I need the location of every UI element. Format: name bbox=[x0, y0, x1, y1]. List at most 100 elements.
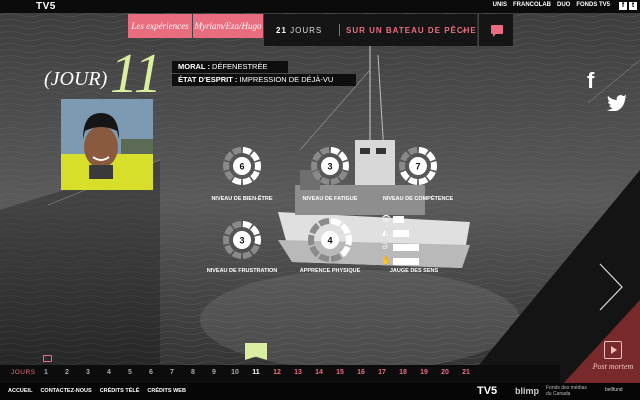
moral-value: DÉFENESTRÉE bbox=[212, 62, 268, 71]
sens-label: JAUGE DES SENS bbox=[389, 268, 439, 274]
sens-bar bbox=[393, 243, 419, 251]
timeline-day-9[interactable]: 9 bbox=[208, 369, 220, 376]
etat-value: IMPRESSION DE DÉJÀ-VU bbox=[239, 75, 334, 84]
footer-blimp-logo[interactable]: blimp bbox=[515, 386, 539, 396]
timeline-day-7[interactable]: 7 bbox=[166, 369, 178, 376]
chat-button[interactable] bbox=[479, 14, 513, 46]
gauge-segment bbox=[231, 250, 242, 259]
footer-bellfund-logo[interactable]: bellfund bbox=[605, 387, 623, 393]
gauge-segment bbox=[338, 151, 348, 162]
gauge-segment bbox=[318, 218, 330, 227]
timeline-day-6[interactable]: 6 bbox=[145, 369, 157, 376]
timeline-day-16[interactable]: 16 bbox=[355, 369, 367, 376]
top-link-duo[interactable]: DUO bbox=[557, 2, 570, 8]
gauge-segment bbox=[231, 221, 242, 230]
gauge-segment bbox=[330, 253, 342, 262]
timeline-day-21[interactable]: 21 bbox=[460, 369, 472, 376]
footer-link-credits-web[interactable]: CRÉDITS WEB bbox=[147, 388, 186, 394]
twitter-icon[interactable]: t bbox=[629, 2, 637, 10]
gauge-segment bbox=[224, 170, 234, 181]
timeline-day-1[interactable]: 1 bbox=[40, 369, 52, 376]
eye-icon: 👁 bbox=[381, 214, 392, 223]
timeline-day-19[interactable]: 19 bbox=[418, 369, 430, 376]
timeline-day-13[interactable]: 13 bbox=[292, 369, 304, 376]
sens-row: 👁 bbox=[381, 215, 404, 223]
timeline-day-4[interactable]: 4 bbox=[103, 369, 115, 376]
gauge-value: 6 bbox=[239, 162, 244, 172]
participant-photo[interactable] bbox=[61, 99, 153, 190]
gauge-segment bbox=[223, 235, 230, 245]
etat-line: ÉTAT D'ESPRIT : IMPRESSION DE DÉJÀ-VU bbox=[172, 74, 356, 86]
top-links: UNIS FRANCOLAB DUO FONDS TV5 bbox=[493, 2, 610, 8]
gauge-segment bbox=[308, 234, 315, 246]
timeline-day-5[interactable]: 5 bbox=[124, 369, 136, 376]
hand-icon: ✋ bbox=[381, 256, 391, 265]
gauge-segment bbox=[319, 176, 330, 185]
gauge-3[interactable]: 7 bbox=[397, 145, 439, 187]
tab-participants[interactable]: Myriam/Eza/Hugo bbox=[193, 14, 263, 38]
gauge-segment bbox=[242, 250, 253, 259]
gauge-segment bbox=[400, 170, 410, 181]
sens-bar bbox=[393, 257, 419, 265]
facebook-icon[interactable]: f bbox=[619, 2, 627, 10]
post-mortem-button[interactable]: Post mortem bbox=[590, 341, 636, 371]
timeline-day-12[interactable]: 12 bbox=[271, 369, 283, 376]
gauge-segment bbox=[340, 222, 351, 235]
sens-bar bbox=[393, 229, 409, 237]
moral-line: MORAL : DÉFENESTRÉE bbox=[172, 61, 288, 73]
footer-link-accueil[interactable]: ACCUEIL bbox=[8, 388, 32, 394]
next-day-arrow-icon[interactable] bbox=[598, 262, 624, 312]
gauge-segment bbox=[400, 151, 410, 162]
timeline-day-11[interactable]: 11 bbox=[250, 369, 262, 376]
gauge-value: 3 bbox=[239, 236, 244, 246]
page: TV5 UNIS FRANCOLAB DUO FONDS TV5 f t Les… bbox=[0, 0, 640, 400]
days-word: JOURS bbox=[290, 26, 323, 35]
sens-bar bbox=[393, 215, 404, 223]
title-divider bbox=[339, 24, 340, 36]
gauge-2[interactable]: 3 bbox=[309, 145, 351, 187]
gauge-segment bbox=[242, 147, 253, 156]
gauge-label: NIVEAU DE BIEN-ÊTRE bbox=[211, 196, 273, 202]
gauge-segment bbox=[340, 245, 351, 258]
timeline-day-10[interactable]: 10 bbox=[229, 369, 241, 376]
tv5-logo[interactable]: TV5 bbox=[36, 1, 56, 12]
gauge-segment bbox=[430, 161, 437, 171]
gauge-segment bbox=[330, 147, 341, 156]
gauge-1[interactable]: 6 bbox=[221, 145, 263, 187]
sens-row: ✋ bbox=[381, 257, 419, 265]
timeline-day-2[interactable]: 2 bbox=[61, 369, 73, 376]
timeline-day-18[interactable]: 18 bbox=[397, 369, 409, 376]
gauge-label: NIVEAU DE COMPÉTENCE bbox=[382, 196, 454, 202]
gauge-segment bbox=[242, 221, 253, 230]
gauge-segment bbox=[426, 170, 436, 181]
footer-fonds-logo[interactable]: Fonds des médias du Canada bbox=[546, 385, 592, 397]
twitter-share-icon[interactable] bbox=[607, 95, 627, 111]
gauge-4[interactable]: 3 bbox=[221, 219, 263, 261]
timeline-day-14[interactable]: 14 bbox=[313, 369, 325, 376]
gauge-segment bbox=[318, 253, 330, 262]
gauge-label: APPRENCE PHYSIQUE bbox=[299, 268, 361, 274]
top-link-francolab[interactable]: FRANCOLAB bbox=[513, 2, 551, 8]
nose-icon: ◭ bbox=[381, 228, 389, 237]
gauge-5[interactable]: 4 bbox=[306, 216, 354, 264]
gauge-segment bbox=[418, 176, 429, 185]
gauge-segment bbox=[312, 170, 322, 181]
gauge-segment bbox=[345, 234, 352, 246]
timeline-day-20[interactable]: 20 bbox=[439, 369, 451, 376]
timeline-day-15[interactable]: 15 bbox=[334, 369, 346, 376]
timeline-day-8[interactable]: 8 bbox=[187, 369, 199, 376]
top-link-unis[interactable]: UNIS bbox=[493, 2, 507, 8]
camera-icon[interactable] bbox=[43, 355, 52, 362]
timeline-day-3[interactable]: 3 bbox=[82, 369, 94, 376]
top-link-fonds[interactable]: FONDS TV5 bbox=[576, 2, 610, 8]
footer-link-credits-tele[interactable]: CRÉDITS TÉLÉ bbox=[100, 388, 140, 394]
gauge-label: NIVEAU DE FATIGUE bbox=[302, 196, 358, 202]
facebook-share-icon[interactable]: f bbox=[587, 68, 594, 94]
gauge-segment bbox=[309, 222, 320, 235]
timeline-day-17[interactable]: 17 bbox=[376, 369, 388, 376]
tab-experiences[interactable]: Les expériences bbox=[128, 14, 192, 38]
gauge-segment bbox=[330, 218, 342, 227]
footer-tv5-logo[interactable]: TV5 bbox=[477, 385, 497, 397]
sens-row: ◭ bbox=[381, 229, 409, 237]
footer-link-contact[interactable]: CONTACTEZ-NOUS bbox=[40, 388, 91, 394]
